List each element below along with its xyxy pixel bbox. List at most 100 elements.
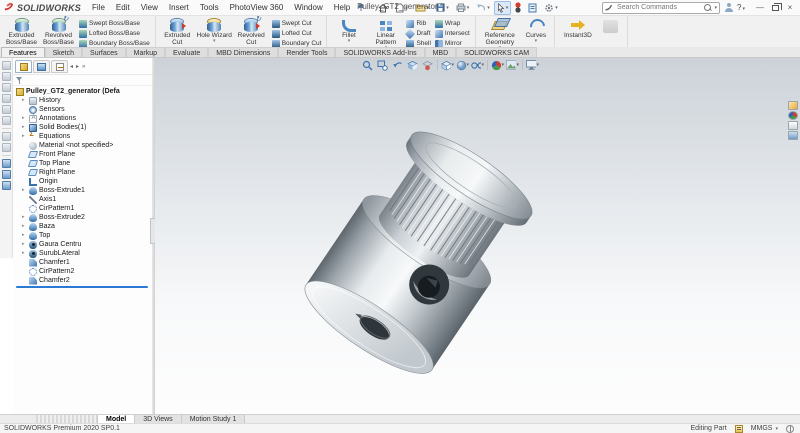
toolbar-icon[interactable] (1, 181, 11, 190)
hide-show-items-icon[interactable]: ▾ (471, 59, 484, 71)
tree-item[interactable]: Boss-Extrude2 (14, 213, 152, 222)
ribbon-tab[interactable]: Sketch (44, 47, 83, 57)
solidworks-resources-icon[interactable] (788, 101, 798, 110)
tree-item[interactable]: Front Plane (14, 150, 152, 159)
panel-chevron-right-icon[interactable]: ▸ (75, 63, 80, 70)
rebuild-button[interactable] (512, 0, 524, 15)
custom-properties-icon[interactable] (788, 131, 798, 140)
open-button[interactable]: ▾ (412, 1, 433, 14)
tree-item[interactable]: Gaura Centru (14, 240, 152, 249)
dynamic-annotation-views-icon[interactable] (421, 59, 434, 71)
expand-arrow-icon[interactable] (22, 123, 27, 132)
tree-item[interactable]: Axis1 (14, 195, 152, 204)
intersect-button[interactable]: Intersect (433, 29, 472, 38)
study-tab[interactable]: Model (98, 415, 136, 423)
file-properties-button[interactable] (525, 1, 540, 15)
pin-menu-icon[interactable] (357, 3, 365, 12)
menu-item[interactable]: Insert (164, 1, 194, 14)
menu-item[interactable]: File (87, 1, 110, 14)
panel-chevron-left-icon[interactable]: ◂ (69, 63, 74, 70)
section-view-icon[interactable] (406, 59, 419, 71)
property-manager-tab[interactable] (33, 60, 50, 73)
expand-arrow-icon[interactable] (22, 186, 27, 195)
tree-root-item[interactable]: Pulley_GT2_generator (Defa (14, 87, 152, 96)
ribbon-tab[interactable]: Render Tools (278, 47, 336, 57)
instant3d-button[interactable]: Instant3D (558, 17, 598, 47)
tree-item[interactable]: Boss-Extrude1 (14, 186, 152, 195)
units-selector[interactable]: MMGS ▾ (751, 425, 778, 432)
tree-item[interactable]: Top (14, 231, 152, 240)
tree-item[interactable]: CirPattern2 (14, 267, 152, 276)
select-tool-button[interactable]: ▾ (493, 0, 512, 15)
expand-arrow-icon[interactable] (22, 222, 27, 231)
dropdown-arrow-icon[interactable]: ▾ (446, 5, 449, 11)
minimize-button[interactable]: — (753, 2, 767, 14)
panel-overflow-icon[interactable]: » (81, 64, 86, 70)
edit-appearance-icon[interactable]: ▾ (491, 59, 504, 71)
filter-icon[interactable] (16, 76, 23, 84)
tree-item[interactable]: History (14, 96, 152, 105)
tree-item[interactable]: Equations (14, 132, 152, 141)
featuremanager-tree-tab[interactable] (15, 60, 32, 73)
zoom-to-area-icon[interactable] (376, 59, 389, 71)
ribbon-tab[interactable]: Markup (125, 47, 165, 57)
graphics-viewport[interactable]: ▾ ▾ ▾ ▾ ▾ ▾ (155, 58, 800, 414)
toolbar-icon[interactable] (1, 132, 11, 141)
edit-sketch-icon[interactable] (734, 424, 743, 433)
ribbon-tab[interactable]: Features (1, 47, 45, 57)
tree-item[interactable]: Origin (14, 177, 152, 186)
tree-item[interactable]: Chamfer1 (14, 258, 152, 267)
toolbar-icon[interactable] (1, 170, 11, 179)
dropdown-arrow-icon[interactable]: ▾ (506, 5, 509, 11)
revolved-cut-button[interactable]: ↻ Revolved Cut (233, 16, 270, 47)
ribbon-tab[interactable]: Evaluate (165, 47, 209, 57)
tree-item[interactable]: Top Plane (14, 159, 152, 168)
lofted-cut-button[interactable]: Lofted Cut (270, 29, 324, 38)
expand-arrow-icon[interactable] (22, 231, 27, 240)
dropdown-arrow-icon[interactable]: ▾ (466, 62, 469, 68)
extruded-cut-button[interactable]: Extruded Cut (159, 17, 196, 47)
menu-item[interactable]: Help (329, 1, 355, 14)
dropdown-arrow-icon[interactable]: ▾ (501, 62, 504, 68)
search-icon[interactable] (703, 3, 712, 12)
print-button[interactable]: ▾ (453, 1, 473, 14)
ribbon-tab[interactable]: SOLIDWORKS CAM (456, 47, 538, 57)
tree-item[interactable]: Right Plane (14, 168, 152, 177)
tree-item[interactable]: CirPattern1 (14, 204, 152, 213)
toolbar-icon[interactable] (1, 143, 11, 152)
dropdown-arrow-icon[interactable]: ▾ (536, 62, 539, 68)
expand-arrow-icon[interactable] (22, 249, 27, 258)
revolved-boss-button[interactable]: ↻ Revolved Boss/Base (40, 16, 77, 47)
dropdown-arrow-icon[interactable]: ▾ (516, 62, 519, 68)
tree-item[interactable]: Baza (14, 222, 152, 231)
menu-item[interactable]: Tools (195, 1, 224, 14)
view-orientation-icon[interactable]: ▾ (441, 59, 454, 71)
lofted-boss-button[interactable]: Lofted Boss/Base (77, 29, 152, 38)
swept-boss-button[interactable]: Swept Boss/Base (77, 19, 152, 28)
dropdown-arrow-icon[interactable]: ▾ (775, 426, 778, 432)
apply-scene-icon[interactable]: ▾ (506, 59, 519, 71)
expand-arrow-icon[interactable] (22, 114, 27, 123)
tree-item[interactable]: Chamfer2 (14, 276, 152, 285)
menu-item[interactable]: View (136, 1, 163, 14)
toolbar-icon[interactable] (1, 61, 11, 70)
dropdown-arrow-icon[interactable]: ▾ (451, 62, 454, 68)
search-dropdown-icon[interactable]: ▾ (715, 5, 718, 11)
dropdown-arrow-icon[interactable]: ▾ (405, 5, 408, 11)
save-button[interactable]: ▾ (433, 1, 452, 14)
expand-arrow-icon[interactable] (22, 132, 27, 141)
toolbar-icon[interactable] (1, 94, 11, 103)
dropdown-arrow-icon[interactable]: ▾ (427, 5, 430, 11)
study-tab[interactable]: 3D Views (135, 415, 182, 423)
new-document-button[interactable]: ▾ (392, 1, 411, 15)
tree-item[interactable]: SurubLAteral (14, 249, 152, 258)
menu-item[interactable]: Window (289, 1, 327, 14)
expand-arrow-icon[interactable] (22, 240, 27, 249)
reference-geometry-button[interactable]: Reference Geometry (479, 17, 521, 47)
tree-item[interactable]: Sensors (14, 105, 152, 114)
rollback-bar[interactable] (16, 286, 148, 288)
tab-scroll-area[interactable] (36, 415, 98, 423)
zoom-to-fit-icon[interactable] (361, 59, 374, 71)
restore-button[interactable] (768, 2, 782, 14)
expand-arrow-icon[interactable] (22, 96, 27, 105)
